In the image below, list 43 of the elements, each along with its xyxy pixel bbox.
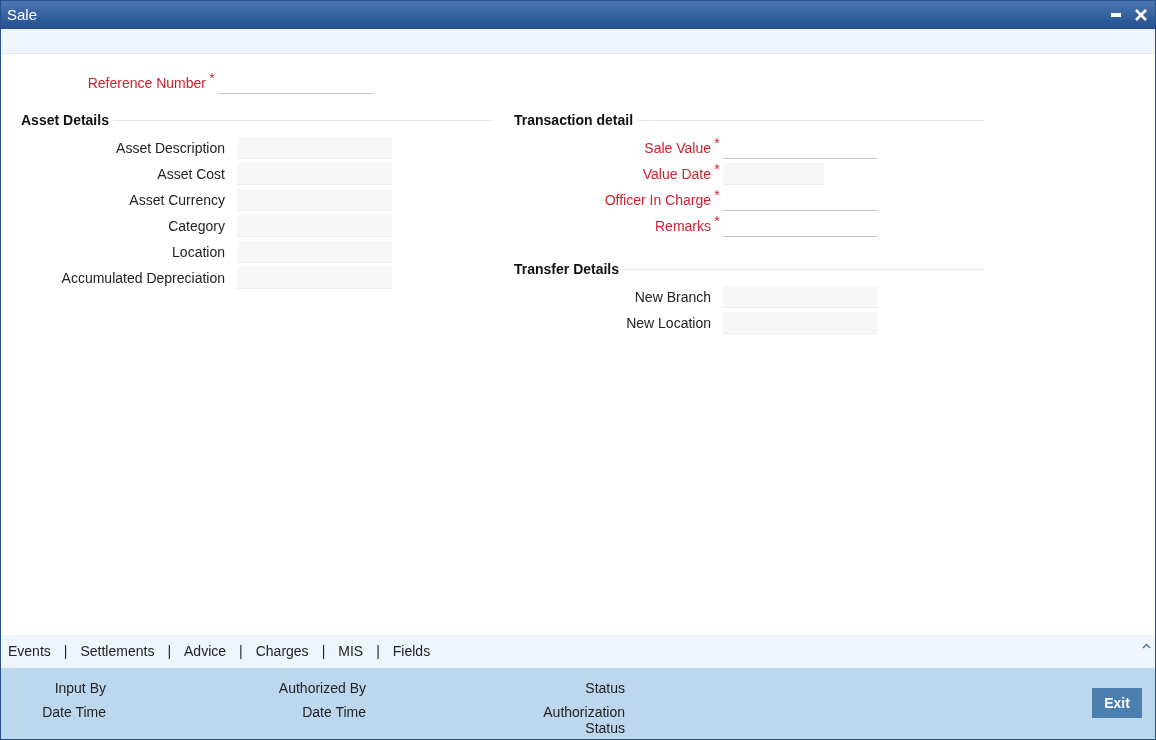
field-label: Reference Number <box>87 73 206 93</box>
audit-label: Date Time <box>301 704 366 722</box>
collapse-icon[interactable] <box>1142 643 1151 649</box>
required-mark: * <box>714 136 720 150</box>
tab-separator: | <box>62 642 69 661</box>
audit-label: Authorized By <box>277 680 366 696</box>
tab-separator: | <box>238 642 244 661</box>
audit-label: Input By <box>53 680 106 696</box>
field-label: Category <box>168 216 225 236</box>
audit-label: Status <box>584 680 625 696</box>
tab-link[interactable]: Charges <box>255 641 309 662</box>
field-label: Asset Cost <box>157 164 225 184</box>
tab-separator: | <box>375 642 381 661</box>
field-label: Value Date <box>642 164 711 184</box>
field-label: New Location <box>626 313 711 333</box>
section-heading: Asset Details <box>21 110 109 130</box>
field-label: Asset Currency <box>129 190 225 210</box>
tab-link[interactable]: Settlements <box>80 641 155 662</box>
exit-button[interactable]: Exit <box>1092 688 1142 718</box>
tab-separator: | <box>166 642 173 661</box>
close-icon[interactable] <box>1135 9 1147 21</box>
required-mark: * <box>714 162 720 176</box>
field-label: Asset Description <box>116 138 225 158</box>
field-label: Sale Value <box>644 138 711 158</box>
field-label: New Branch <box>634 287 711 307</box>
required-mark: * <box>714 214 720 228</box>
field-label: Accumulated Depreciation <box>61 268 225 288</box>
audit-label: Authorization Status <box>542 704 625 736</box>
window-title: Sale <box>7 4 38 25</box>
field-label: Officer In Charge <box>604 190 711 210</box>
tab-link[interactable]: Events <box>8 641 51 662</box>
audit-label: Date Time <box>41 704 106 722</box>
tab-link[interactable]: MIS <box>338 641 364 662</box>
tab-separator: | <box>320 642 327 661</box>
section-heading: Transfer Details <box>514 259 620 279</box>
field-label: Location <box>172 242 225 262</box>
field-label: Remarks <box>655 216 711 236</box>
section-heading: Transaction detail <box>514 110 634 130</box>
minimize-icon[interactable] <box>1111 13 1121 17</box>
required-mark: * <box>209 71 215 85</box>
tab-link[interactable]: Advice <box>184 641 227 662</box>
tab-link[interactable]: Fields <box>392 641 431 662</box>
required-mark: * <box>714 188 720 202</box>
